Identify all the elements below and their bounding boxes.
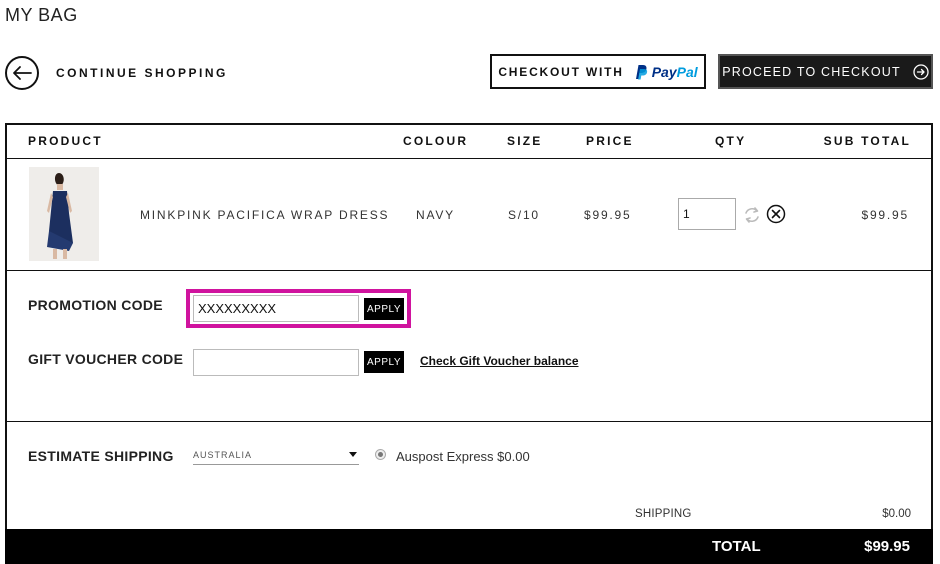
country-select-value: AUSTRALIA bbox=[193, 449, 253, 460]
cart-table: PRODUCT COLOUR SIZE PRICE QTY SUB TOTAL … bbox=[5, 123, 933, 564]
cart-item-row: MINKPINK PACIFICA WRAP DRESS NAVY S/10 $… bbox=[7, 159, 931, 271]
remove-item-icon[interactable] bbox=[766, 204, 786, 224]
proceed-to-checkout-button[interactable]: PROCEED TO CHECKOUT bbox=[718, 54, 933, 89]
check-gift-voucher-balance-link[interactable]: Check Gift Voucher balance bbox=[420, 354, 579, 368]
paypal-p-icon bbox=[635, 64, 647, 79]
arrow-right-circle-icon bbox=[913, 63, 929, 80]
page-title: MY BAG bbox=[5, 5, 78, 25]
total-value: $99.95 bbox=[864, 538, 910, 555]
caret-down-icon bbox=[349, 452, 357, 457]
total-bar: TOTAL $99.95 bbox=[5, 529, 933, 564]
product-subtotal: $99.95 bbox=[861, 208, 909, 222]
estimate-shipping-label: ESTIMATE SHIPPING bbox=[28, 448, 174, 464]
continue-shopping-label[interactable]: CONTINUE SHOPPING bbox=[56, 66, 228, 80]
paypal-logo-pay: Pay bbox=[651, 63, 677, 80]
product-size: S/10 bbox=[508, 208, 540, 222]
product-name[interactable]: MINKPINK PACIFICA WRAP DRESS bbox=[140, 208, 389, 222]
header-size: SIZE bbox=[507, 134, 543, 148]
gift-voucher-code-input[interactable] bbox=[193, 349, 359, 376]
header-qty: QTY bbox=[715, 134, 747, 148]
header-subtotal: SUB TOTAL bbox=[823, 134, 911, 148]
continue-shopping-link[interactable]: CONTINUE SHOPPING bbox=[5, 56, 228, 90]
shipping-summary-value: $0.00 bbox=[882, 508, 911, 520]
shipping-summary-label: SHIPPING bbox=[635, 508, 692, 520]
arrow-left-icon[interactable] bbox=[5, 56, 39, 90]
cart-table-header: PRODUCT COLOUR SIZE PRICE QTY SUB TOTAL bbox=[7, 125, 931, 159]
product-colour: NAVY bbox=[416, 208, 455, 222]
paypal-logo-pal: Pal bbox=[676, 63, 698, 80]
gift-voucher-apply-button[interactable]: APPLY bbox=[364, 351, 404, 373]
shipping-option-radio[interactable] bbox=[375, 449, 386, 460]
promo-codes-section: PROMOTION CODE APPLY GIFT VOUCHER CODE A… bbox=[7, 271, 931, 422]
gift-voucher-code-label: GIFT VOUCHER CODE bbox=[28, 351, 184, 367]
quantity-input[interactable] bbox=[678, 198, 736, 230]
checkout-with-paypal-button[interactable]: CHECKOUT WITH Pay Pal bbox=[490, 54, 706, 89]
country-select[interactable]: AUSTRALIA bbox=[193, 445, 359, 465]
refresh-icon[interactable] bbox=[742, 205, 762, 225]
shipping-option-label[interactable]: Auspost Express $0.00 bbox=[396, 449, 530, 464]
header-product: PRODUCT bbox=[28, 134, 103, 148]
promotion-code-label: PROMOTION CODE bbox=[28, 297, 163, 313]
promotion-code-input[interactable] bbox=[193, 295, 359, 322]
product-thumbnail[interactable] bbox=[29, 167, 99, 261]
promotion-apply-button[interactable]: APPLY bbox=[364, 298, 404, 320]
header-colour: COLOUR bbox=[403, 134, 469, 148]
header-price: PRICE bbox=[586, 134, 634, 148]
paypal-logo: Pay Pal bbox=[634, 64, 698, 80]
total-label: TOTAL bbox=[712, 538, 761, 555]
proceed-to-checkout-label: PROCEED TO CHECKOUT bbox=[722, 64, 901, 79]
product-price: $99.95 bbox=[584, 208, 632, 222]
paypal-button-label: CHECKOUT WITH bbox=[498, 64, 624, 79]
